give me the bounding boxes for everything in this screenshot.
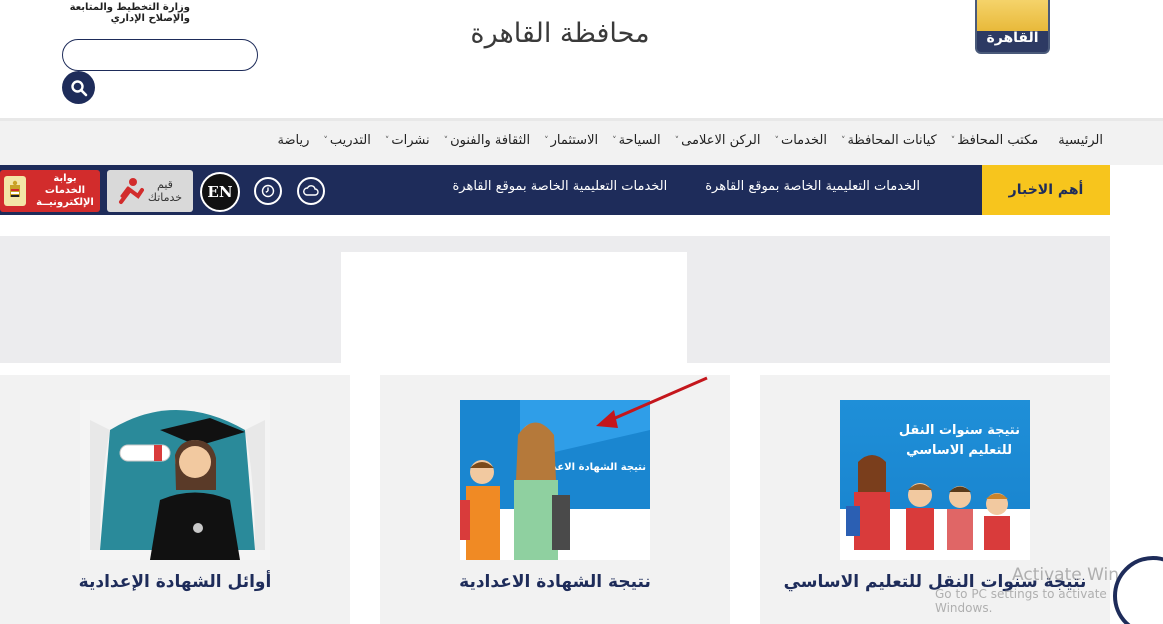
news-label: أهم الاخبار: [982, 165, 1110, 215]
nav-item-services[interactable]: الخدمات ˅: [770, 133, 826, 148]
chevron-down-icon: ˅: [674, 135, 680, 146]
chevron-down-icon: ˅: [384, 135, 390, 146]
eagle-emblem-icon: [4, 176, 26, 206]
nav-item-media[interactable]: الركن الاعلامى ˅: [671, 133, 761, 148]
top-students-image: [80, 400, 270, 560]
chevron-down-icon: ˅: [443, 135, 449, 146]
banner-image-placeholder: [341, 252, 687, 363]
chevron-down-icon: ˅: [840, 135, 846, 146]
card-caption[interactable]: نتيجة الشهادة الاعدادية: [380, 572, 730, 592]
chevron-down-icon: ˅: [612, 135, 617, 146]
clock-icon: [261, 184, 275, 198]
cairo-logo[interactable]: القاهرة: [975, 0, 1050, 54]
nav-item-home[interactable]: الرئيسية: [1058, 133, 1103, 148]
news-ticker: الخدمات التعليمية الخاصة بموقع القاهرة ا…: [370, 165, 982, 215]
card-prep-results[interactable]: نتيجة الشهادة الاعدادية نتيجة الشهادة ال…: [380, 375, 730, 624]
svg-text:للتعليم الاساسي: للتعليم الاساسي: [906, 443, 1012, 458]
nav-item-investment[interactable]: الاستثمار ˅: [540, 133, 598, 148]
nav-item-sports[interactable]: رياضة: [278, 133, 310, 148]
rating-icon: [118, 178, 144, 204]
weather-button[interactable]: [297, 177, 325, 205]
card-top-students[interactable]: أوائل الشهادة الإعدادية: [0, 375, 350, 624]
rate-services-text: قيم خدماتك: [147, 178, 183, 204]
chevron-down-icon: ˅: [950, 135, 956, 146]
nav-list: الرئيسية مكتب المحافظ ˅ كيانات المحافظة ˅ …: [268, 133, 1104, 148]
cloud-icon: [303, 185, 319, 196]
chevron-down-icon: ˅: [323, 135, 328, 146]
graduate-illustration: [80, 400, 270, 560]
english-language-button[interactable]: EN: [200, 172, 240, 212]
rate-services-button[interactable]: قيم خدماتك: [107, 170, 193, 212]
nav-item-governor-office[interactable]: مكتب المحافظ ˅: [947, 133, 1038, 148]
transfer-results-image: نتيجة سنوات النقل للتعليم الاساسي: [840, 400, 1030, 560]
card-caption[interactable]: أوائل الشهادة الإعدادية: [0, 572, 350, 592]
main-nav: الرئيسية مكتب المحافظ ˅ كيانات المحافظة ˅ …: [0, 121, 1163, 165]
site-header: القاهرة محافظة القاهرة وزارة التخطيط وال…: [0, 0, 1163, 118]
students-illustration: نتيجة الشهادة الاعدادية: [460, 400, 650, 560]
nav-item-entities[interactable]: كيانات المحافظة ˅: [837, 133, 937, 148]
ticker-track: الخدمات التعليمية الخاصة بموقع القاهرة ا…: [453, 179, 921, 194]
site-title: محافظة القاهرة: [470, 18, 650, 49]
svg-text:نتيجة سنوات النقل: نتيجة سنوات النقل: [899, 423, 1020, 438]
portal-text: بوابة الخدمات الإلكترونيــة: [36, 173, 94, 208]
students-illustration: نتيجة سنوات النقل للتعليم الاساسي: [846, 423, 1020, 550]
clock-button[interactable]: [254, 177, 282, 205]
ticker-item[interactable]: الخدمات التعليمية الخاصة بموقع القاهرة: [705, 179, 920, 194]
search-icon: [70, 79, 87, 96]
nav-item-bulletins[interactable]: نشرات ˅: [381, 133, 430, 148]
ticker-item[interactable]: الخدمات التعليمية الخاصة بموقع القاهرة: [453, 179, 668, 194]
e-services-portal-button[interactable]: بوابة الخدمات الإلكترونيــة: [0, 170, 100, 212]
nav-item-training[interactable]: التدريب ˅: [319, 133, 370, 148]
logo-text: القاهرة: [986, 30, 1039, 46]
chevron-down-icon: ˅: [774, 135, 779, 146]
nav-item-tourism[interactable]: السياحة ˅: [608, 133, 661, 148]
search-input[interactable]: [62, 39, 258, 71]
prep-results-image: نتيجة الشهادة الاعدادية: [460, 400, 650, 560]
nav-item-culture[interactable]: الثقافة والفنون ˅: [440, 133, 530, 148]
search-button[interactable]: [62, 71, 95, 104]
ministry-logo-text: وزارة التخطيط والمتابعة والإصلاح الإداري: [69, 2, 190, 24]
chevron-down-icon: ˅: [544, 135, 549, 146]
